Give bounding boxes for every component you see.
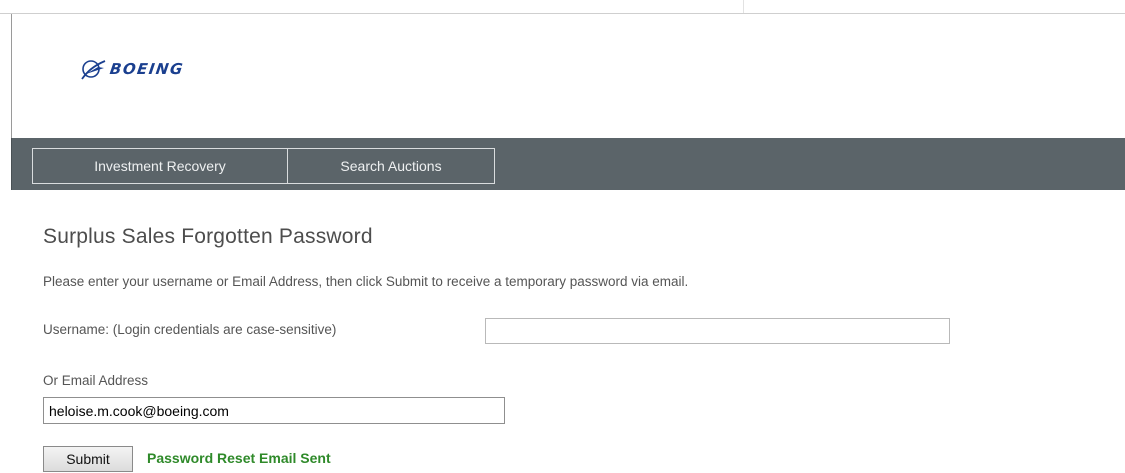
header: BOEING [11, 14, 1125, 138]
boeing-logo-icon [81, 60, 106, 80]
email-label: Or Email Address [43, 373, 149, 388]
nav-search-auctions[interactable]: Search Auctions [287, 148, 495, 184]
username-label: Username: (Login credentials are case-se… [43, 322, 337, 337]
instructions-text: Please enter your username or Email Addr… [43, 274, 689, 289]
nav-bar: Investment Recovery Search Auctions [11, 138, 1125, 190]
boeing-logo[interactable]: BOEING [78, 54, 186, 84]
nav-investment-recovery[interactable]: Investment Recovery [32, 148, 288, 184]
boeing-logo-text: BOEING [108, 60, 186, 78]
page: BOEING Investment Recovery Search Auctio… [0, 0, 1125, 473]
page-title: Surplus Sales Forgotten Password [43, 225, 373, 248]
email-input[interactable] [43, 397, 505, 424]
top-strip [0, 0, 1125, 14]
top-tick [743, 0, 744, 13]
status-message: Password Reset Email Sent [147, 450, 331, 466]
username-input[interactable] [485, 318, 950, 344]
submit-button[interactable]: Submit [43, 446, 133, 472]
